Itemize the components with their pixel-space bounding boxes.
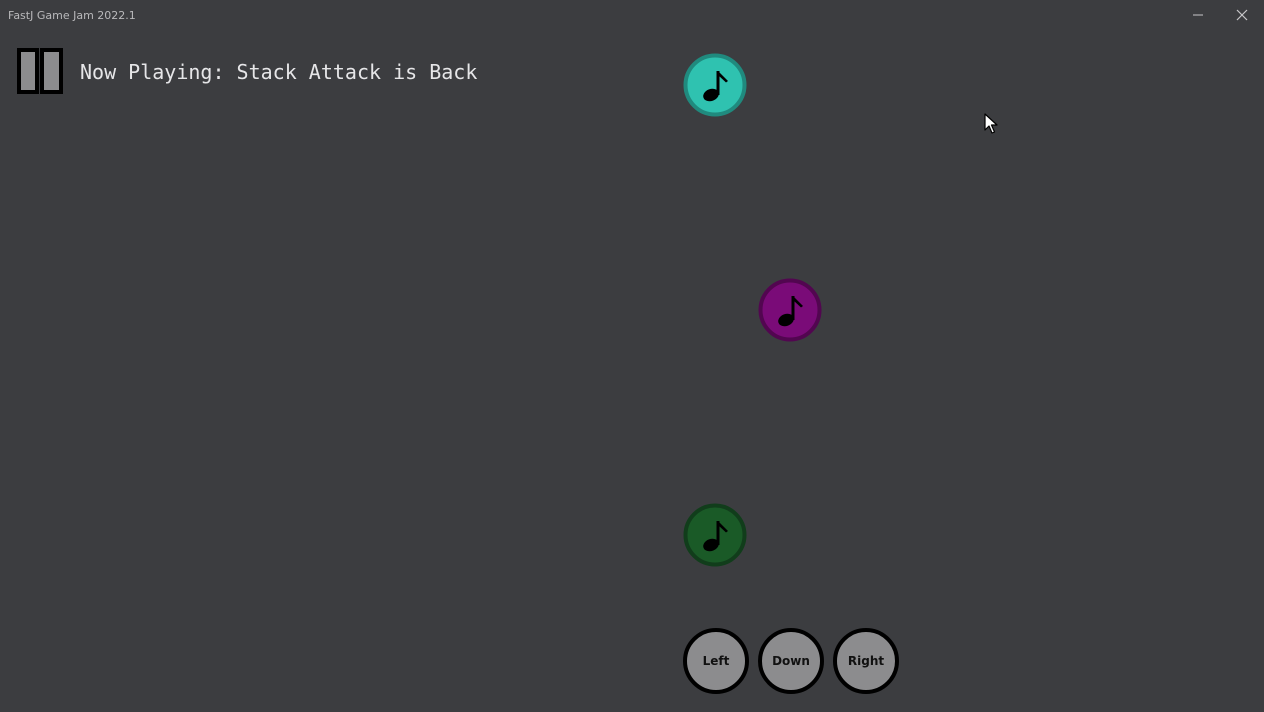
receptor-right[interactable]: Right [833, 628, 899, 694]
receptor-left[interactable]: Left [683, 628, 749, 694]
receptor-down-label: Down [772, 654, 810, 668]
receptor-left-label: Left [702, 654, 730, 668]
now-playing-label: Now Playing: Stack Attack is Back [80, 60, 478, 84]
window-title: FastJ Game Jam 2022.1 [8, 9, 136, 22]
note-disc [683, 503, 747, 567]
falling-note-left [683, 503, 747, 567]
mouse-cursor-icon [984, 113, 998, 139]
falling-note-left [683, 53, 747, 117]
receptor-right-label: Right [847, 654, 885, 668]
receptor-down[interactable]: Down [758, 628, 824, 694]
minimize-icon [1192, 6, 1204, 25]
close-icon [1236, 6, 1248, 25]
note-disc [683, 53, 747, 117]
pause-button[interactable] [17, 48, 64, 94]
pause-icon [17, 48, 63, 94]
close-button[interactable] [1220, 0, 1264, 30]
falling-note-down [758, 278, 822, 342]
note-disc [758, 278, 822, 342]
minimize-button[interactable] [1176, 0, 1220, 30]
window-titlebar: FastJ Game Jam 2022.1 [0, 0, 1264, 31]
